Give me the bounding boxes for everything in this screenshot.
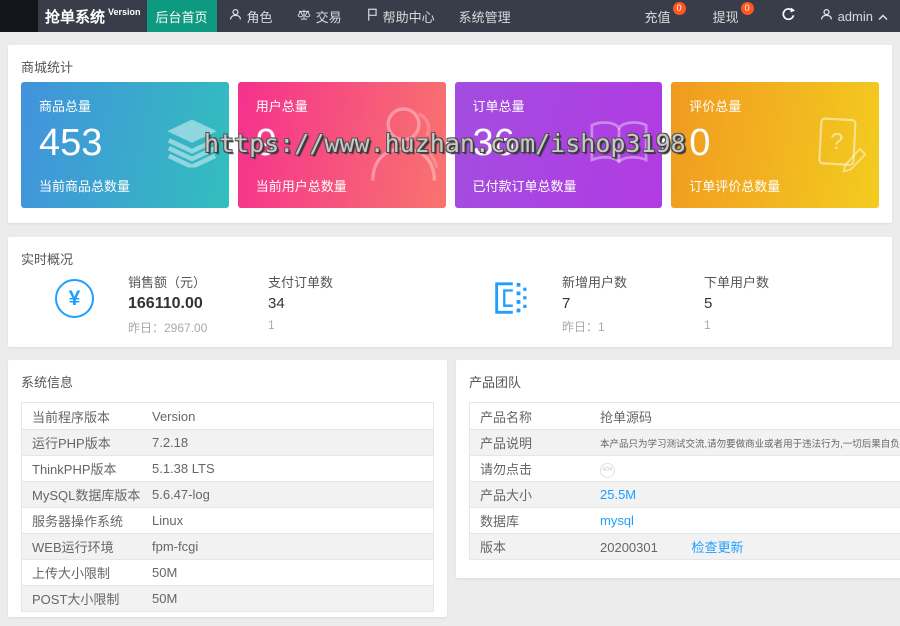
scales-icon [297,8,311,24]
table-row: 产品名称 抢单源码 [470,403,900,429]
user-icon [229,8,242,24]
metric-sub: 昨日：2967.00 [128,319,268,336]
recharge-count-badge: 0 [673,2,686,15]
nav-label: 交易 [316,7,342,26]
person-icon [360,101,442,190]
system-info-table: 当前程序版本 Version 运行PHP版本 7.2.18 ThinkPHP版本… [21,402,434,612]
card-label: 商品总量 [39,96,211,115]
stat-card-reviews: 评价总量 0 订单评价总数量 ? [671,82,879,208]
card-sublabel: 已付款订单总数量 [473,176,577,195]
nav-item-dashboard[interactable]: 后台首页 [147,0,217,32]
metric-value: 5 [704,295,769,312]
card-label: 订单总量 [473,96,645,115]
metric-sub: 昨日：1 [562,318,704,335]
table-row: MySQL数据库版本 5.6.47-log [22,481,433,507]
metric-paid-orders: 支付订单数 34 1 [268,272,490,332]
nav-label: 帮助中心 [383,7,435,26]
user-icon [820,8,833,24]
metric-value: 7 [562,295,704,312]
navbar-right: 充值 0 提现 0 admin [633,0,900,32]
flag-icon [366,8,378,24]
svg-text:?: ? [830,128,843,154]
nav-item-help-center[interactable]: 帮助中心 [354,0,447,32]
metric-value: 166110.00 [128,295,268,313]
product-size-link[interactable]: 25.5M [600,487,900,502]
stat-card-users: 用户总量 9 当前用户总数量 [238,82,446,208]
book-icon [588,118,650,173]
stat-card-orders: 订单总量 36 已付款订单总数量 [455,82,663,208]
stat-cards-row: 商品总量 453 当前商品总数量 用户总量 9 当前用户总数量 [8,75,892,223]
table-row: 服务器操作系统 Linux [22,507,433,533]
table-row: ThinkPHP版本 5.1.38 LTS [22,455,433,481]
layers-icon [167,120,217,171]
table-row: POST大小限制 50M [22,585,433,611]
stat-card-products: 商品总量 453 当前商品总数量 [21,82,229,208]
mall-stats-title: 商城统计 [8,45,892,75]
version-value: 20200301 [600,540,658,555]
mall-stats-panel: 商城统计 商品总量 453 当前商品总数量 用户总量 9 当前用 [8,45,892,223]
table-row: 版本 20200301 检查更新 [470,533,900,559]
realtime-panel: 实时概况 ¥ 销售额（元） 166110.00 昨日：2967.00 支付订单数… [8,237,892,347]
card-label: 评价总量 [689,96,861,115]
admin-username: admin [838,9,873,24]
metric-value: 34 [268,295,490,312]
realtime-title: 实时概况 [8,237,892,267]
metric-label: 新增用户数 [562,272,704,291]
nav-item-trade[interactable]: 交易 [285,0,354,32]
table-row: WEB运行环境 fpm-fcgi [22,533,433,559]
nav-item-system[interactable]: 系统管理 [447,0,523,32]
metric-new-users: 新增用户数 7 昨日：1 [562,272,704,335]
brand-title: 抢单系统 [45,6,105,27]
metric-ordering-users: 下单用户数 5 1 [704,272,769,332]
yen-icon: ¥ [55,279,94,318]
new-users-icon [490,279,528,324]
nav-label: 系统管理 [459,7,511,26]
system-info-title: 系统信息 [8,360,447,390]
table-row: 上传大小限制 50M [22,559,433,585]
app-logo [0,0,38,32]
table-row: 产品大小 25.5M [470,481,900,507]
refresh-icon [781,7,796,25]
bottom-row: 系统信息 当前程序版本 Version 运行PHP版本 7.2.18 Think… [8,360,892,617]
product-team-table: 产品名称 抢单源码 产品说明 本产品只为学习测试交流,请勿要做商业或者用于违法行… [469,402,900,560]
do-not-click-badge[interactable]: 404 [600,463,615,478]
top-navbar: 抢单系统 Version 后台首页 角色 交易 [0,0,900,32]
realtime-row: ¥ 销售额（元） 166110.00 昨日：2967.00 支付订单数 34 1 [8,267,892,336]
withdraw-button[interactable]: 提现 0 [701,0,769,32]
doc-question-icon: ? [815,115,867,176]
database-link[interactable]: mysql [600,513,900,528]
recharge-button[interactable]: 充值 0 [633,0,701,32]
withdraw-label: 提现 [713,7,739,26]
metric-label: 支付订单数 [268,272,490,291]
nav-label: 后台首页 [156,7,208,26]
product-team-title: 产品团队 [456,360,900,390]
recharge-label: 充值 [645,7,671,26]
withdraw-count-badge: 0 [741,2,754,15]
main-menu: 后台首页 角色 交易 [147,0,523,32]
card-sublabel: 当前商品总数量 [39,176,130,195]
nav-item-roles[interactable]: 角色 [217,0,285,32]
metric-sub: 1 [704,318,769,332]
admin-menu[interactable]: admin [808,0,900,32]
table-row: 运行PHP版本 7.2.18 [22,429,433,455]
table-row: 当前程序版本 Version [22,403,433,429]
metric-label: 销售额（元） [128,272,268,291]
metric-sub: 1 [268,318,490,332]
table-row: 请勿点击 404 [470,455,900,481]
card-sublabel: 当前用户总数量 [256,176,347,195]
table-row: 产品说明 本产品只为学习测试交流,请勿要做商业或者用于违法行为,一切后果自负 [470,429,900,455]
brand: 抢单系统 Version [38,0,147,32]
card-sublabel: 订单评价总数量 [689,176,780,195]
nav-label: 角色 [247,7,273,26]
system-info-panel: 系统信息 当前程序版本 Version 运行PHP版本 7.2.18 Think… [8,360,447,617]
metric-sales: 销售额（元） 166110.00 昨日：2967.00 [128,272,268,336]
page-content: 商城统计 商品总量 453 当前商品总数量 用户总量 9 当前用 [0,32,900,617]
product-team-panel: 产品团队 产品名称 抢单源码 产品说明 本产品只为学习测试交流,请勿要做商业或者… [456,360,900,578]
table-row: 数据库 mysql [470,507,900,533]
check-update-link[interactable]: 检查更新 [691,540,743,555]
chevron-up-icon [878,9,888,24]
metric-label: 下单用户数 [704,272,769,291]
brand-version: Version [108,7,141,17]
refresh-button[interactable] [769,0,808,32]
